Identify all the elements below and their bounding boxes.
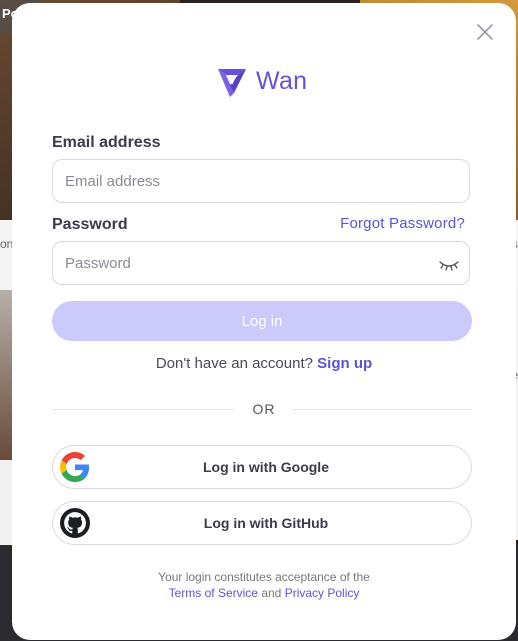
login-modal: Wan Email address Password Forgot Passwo… — [12, 3, 516, 640]
signup-link[interactable]: Sign up — [317, 355, 372, 372]
privacy-policy-link[interactable]: Privacy Policy — [285, 586, 360, 600]
eye-closed-icon — [439, 261, 459, 271]
close-button[interactable] — [474, 21, 496, 43]
wan-logo-icon — [218, 69, 246, 97]
password-field[interactable] — [52, 241, 470, 285]
logo: Wan — [214, 61, 307, 101]
password-label: Password — [52, 216, 128, 233]
divider-right — [292, 409, 472, 410]
legal-text: Your login constitutes acceptance of the — [158, 570, 370, 584]
github-login-button[interactable]: Log in with GitHub — [52, 501, 472, 545]
close-icon — [477, 24, 493, 40]
email-label: Email address — [52, 134, 161, 151]
legal-notice: Your login constitutes acceptance of the… — [12, 569, 516, 601]
google-login-label: Log in with Google — [203, 459, 329, 475]
signup-row: Don't have an account? Sign up — [12, 355, 516, 372]
logo-text: Wan — [256, 66, 308, 95]
login-button[interactable]: Log in — [52, 301, 472, 341]
signup-prompt: Don't have an account? — [155, 355, 313, 372]
terms-of-service-link[interactable]: Terms of Service — [169, 586, 258, 600]
legal-and-text: and — [261, 586, 282, 600]
forgot-password-link[interactable]: Forgot Password? — [340, 215, 465, 232]
toggle-password-visibility[interactable] — [438, 257, 460, 273]
email-field[interactable] — [52, 159, 470, 203]
google-login-button[interactable]: Log in with Google — [52, 445, 472, 489]
github-login-label: Log in with GitHub — [203, 515, 329, 531]
